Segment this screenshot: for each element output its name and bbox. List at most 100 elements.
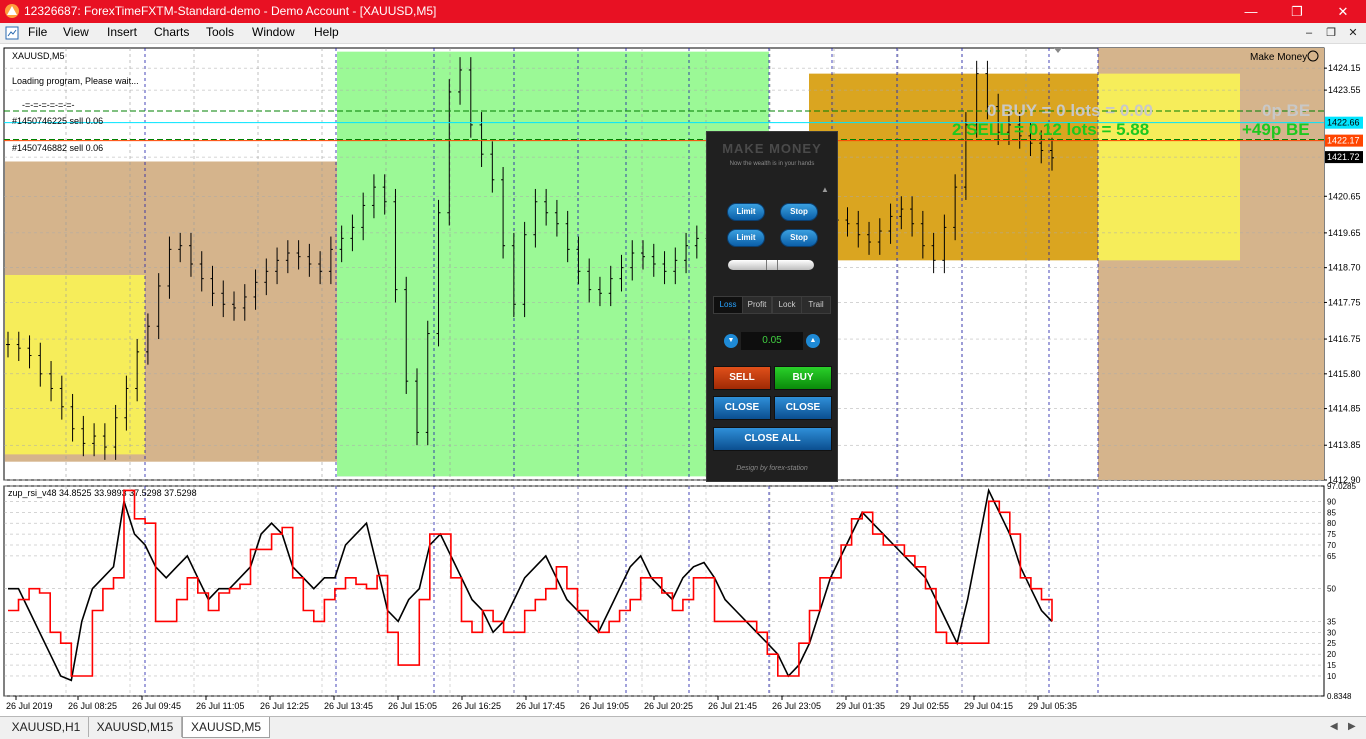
decrease-icon[interactable]: ▼ (724, 334, 738, 348)
panel-title: MAKE MONEY (722, 141, 822, 156)
panel-subtitle: Now the wealth is in your hands (729, 161, 815, 167)
metatrader-app-icon (5, 4, 19, 18)
price-axis-label: 1414.85 (1328, 404, 1361, 414)
close-sell-button[interactable]: CLOSE (713, 396, 771, 420)
time-axis-label: 29 Jul 01:35 (836, 701, 885, 711)
chart-document-icon[interactable] (5, 26, 19, 40)
menu-insert[interactable]: Insert (107, 25, 137, 39)
loading-text: Loading program, Please wait... (12, 76, 139, 86)
buy-button[interactable]: BUY (774, 366, 832, 390)
indicator-level-label: 15 (1327, 661, 1336, 670)
price-axis-label: 1418.70 (1328, 263, 1361, 273)
stop-button-1[interactable]: Stop (780, 203, 818, 221)
indicator-level-label: 65 (1327, 552, 1336, 561)
menu-help[interactable]: Help (314, 25, 339, 39)
time-axis-label: 26 Jul 2019 (6, 701, 53, 711)
sell-be-label: +49p BE (1242, 120, 1310, 139)
time-axis-label: 26 Jul 17:45 (516, 701, 565, 711)
minimize-icon[interactable]: — (1228, 0, 1274, 23)
menu-window[interactable]: Window (252, 25, 295, 39)
window-title: 12326687: ForexTimeFXTM-Standard-demo - … (24, 4, 437, 18)
indicator-level-label: 30 (1327, 628, 1336, 637)
indicator-level-label: 97.0285 (1327, 482, 1356, 491)
indicator-level-label: 35 (1327, 617, 1336, 626)
time-axis-label: 26 Jul 09:45 (132, 701, 181, 711)
buy-be-label: 0p BE (1262, 101, 1310, 120)
price-axis-label: 1413.85 (1328, 440, 1361, 450)
menu-bar: File View Insert Charts Tools Window Hel… (0, 23, 1366, 44)
step-value[interactable]: 0.05 (741, 332, 803, 350)
limit-button-1[interactable]: Limit (727, 203, 765, 221)
indicator-level-label: 10 (1327, 672, 1336, 681)
indicator-level-label: 80 (1327, 519, 1336, 528)
make-money-panel: MAKE MONEY Now the wealth is in your han… (706, 131, 838, 482)
title-bar: 12326687: ForexTimeFXTM-Standard-demo - … (0, 0, 1366, 23)
tab-scroll-right-icon[interactable]: ▶ (1348, 721, 1356, 732)
time-axis-label: 26 Jul 21:45 (708, 701, 757, 711)
collapse-arrow-icon[interactable]: ▲ (821, 185, 829, 194)
tab-xauusd-m5[interactable]: XAUUSD,M5 (182, 717, 270, 738)
time-axis-label: 29 Jul 02:55 (900, 701, 949, 711)
price-axis-label: 1421.72 (1327, 152, 1360, 162)
increase-icon[interactable]: ▲ (806, 334, 820, 348)
time-axis-label: 26 Jul 11:05 (196, 701, 244, 711)
price-axis-label: 1415.80 (1328, 369, 1361, 379)
time-axis-label: 26 Jul 12:25 (260, 701, 309, 711)
indicator-level-label: 75 (1327, 530, 1336, 539)
price-axis-label: 1419.65 (1328, 228, 1361, 238)
time-axis-label: 26 Jul 20:25 (644, 701, 693, 711)
menu-tools[interactable]: Tools (206, 25, 234, 39)
tab-trail[interactable]: Trail (801, 296, 831, 314)
menu-file[interactable]: File (28, 25, 47, 39)
time-axis-label: 26 Jul 15:05 (388, 701, 437, 711)
tab-lock[interactable]: Lock (772, 296, 802, 314)
zone-rect-green (337, 51, 769, 477)
price-chart[interactable]: XAUUSD,M5 Loading program, Please wait...… (0, 44, 1366, 716)
indicator-level-label: 70 (1327, 541, 1336, 550)
indicator-level-label: 50 (1327, 585, 1336, 594)
child-close-icon[interactable]: ✕ (1342, 24, 1364, 42)
limit-button-2[interactable]: Limit (727, 229, 765, 247)
tab-xauusd-h1[interactable]: XAUUSD,H1 (4, 717, 89, 737)
close-buy-button[interactable]: CLOSE (774, 396, 832, 420)
price-axis-label: 1423.55 (1328, 85, 1361, 95)
close-all-button[interactable]: CLOSE ALL (713, 427, 832, 451)
sell-button[interactable]: SELL (713, 366, 771, 390)
tab-xauusd-m15[interactable]: XAUUSD,M15 (89, 717, 182, 737)
zone-rect-yellow (5, 274, 145, 455)
sell-stats-label: 2 SELL = 0.12 lots = 5.88 (952, 120, 1149, 139)
slider-handle[interactable] (766, 260, 778, 270)
price-axis-label: 1422.66 (1327, 118, 1360, 128)
indicator-level-label: 25 (1327, 639, 1336, 648)
time-axis-label: 26 Jul 23:05 (772, 701, 821, 711)
time-axis-label: 26 Jul 08:25 (68, 701, 117, 711)
tab-scroll-left-icon[interactable]: ◀ (1330, 721, 1338, 732)
tab-loss[interactable]: Loss (713, 296, 743, 314)
stop-button-2[interactable]: Stop (780, 229, 818, 247)
tab-profit[interactable]: Profit (742, 296, 772, 314)
time-axis-label: 26 Jul 19:05 (580, 701, 629, 711)
menu-charts[interactable]: Charts (154, 25, 189, 39)
time-axis-label: 29 Jul 04:15 (964, 701, 1013, 711)
price-axis-label: 1417.75 (1328, 297, 1361, 307)
child-restore-icon[interactable]: ❐ (1320, 24, 1342, 42)
chart-tabs: XAUUSD,H1 XAUUSD,M15 XAUUSD,M5 ◀ ▶ (0, 716, 1366, 739)
menu-view[interactable]: View (63, 25, 89, 39)
price-axis-label: 1416.75 (1328, 334, 1361, 344)
child-minimize-icon[interactable]: – (1298, 24, 1320, 42)
order-label-2: #1450746882 sell 0.06 (12, 143, 103, 153)
ea-name-label: Make Money (1250, 52, 1307, 63)
indicator-level-label: 0.8348 (1327, 692, 1352, 701)
indicator-level-label: 85 (1327, 508, 1336, 517)
panel-credit: Design by forex-station (736, 465, 808, 472)
close-icon[interactable]: ✕ (1320, 0, 1366, 23)
indicator-level-label: 20 (1327, 650, 1336, 659)
lot-slider[interactable] (728, 260, 814, 270)
time-axis-label: 26 Jul 16:25 (452, 701, 501, 711)
order-label-1: #1450746225 sell 0.06 (12, 116, 103, 126)
chart-symbol-label: XAUUSD,M5 (12, 51, 65, 61)
restore-icon[interactable]: ❐ (1274, 0, 1320, 23)
price-axis-label: 1424.15 (1328, 63, 1361, 73)
separator-text: -=-=-=-=-=-=- (22, 100, 75, 110)
indicator-level-label: 90 (1327, 497, 1336, 506)
